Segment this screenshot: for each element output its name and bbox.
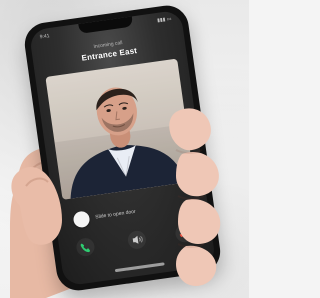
status-time: 9:41 — [39, 33, 50, 41]
accept-call-button[interactable] — [74, 236, 97, 259]
slide-to-open-label: Slide to open door — [94, 208, 137, 221]
video-feed — [45, 58, 195, 200]
call-controls — [70, 221, 201, 259]
speaker-icon — [127, 230, 146, 249]
phone-screen: 9:41 ▮▮▮ ▭ Incoming call Entrance East S… — [28, 9, 217, 287]
photo-scene: 9:41 ▮▮▮ ▭ Incoming call Entrance East S… — [0, 0, 249, 298]
decline-call-button[interactable] — [173, 222, 196, 245]
end-call-icon — [175, 224, 194, 243]
phone-icon — [76, 238, 95, 257]
home-indicator — [114, 262, 165, 273]
slide-knob[interactable] — [72, 210, 91, 229]
status-icons: ▮▮▮ ▭ — [156, 15, 172, 24]
man-video-image — [45, 58, 195, 200]
speaker-button[interactable] — [126, 229, 149, 252]
